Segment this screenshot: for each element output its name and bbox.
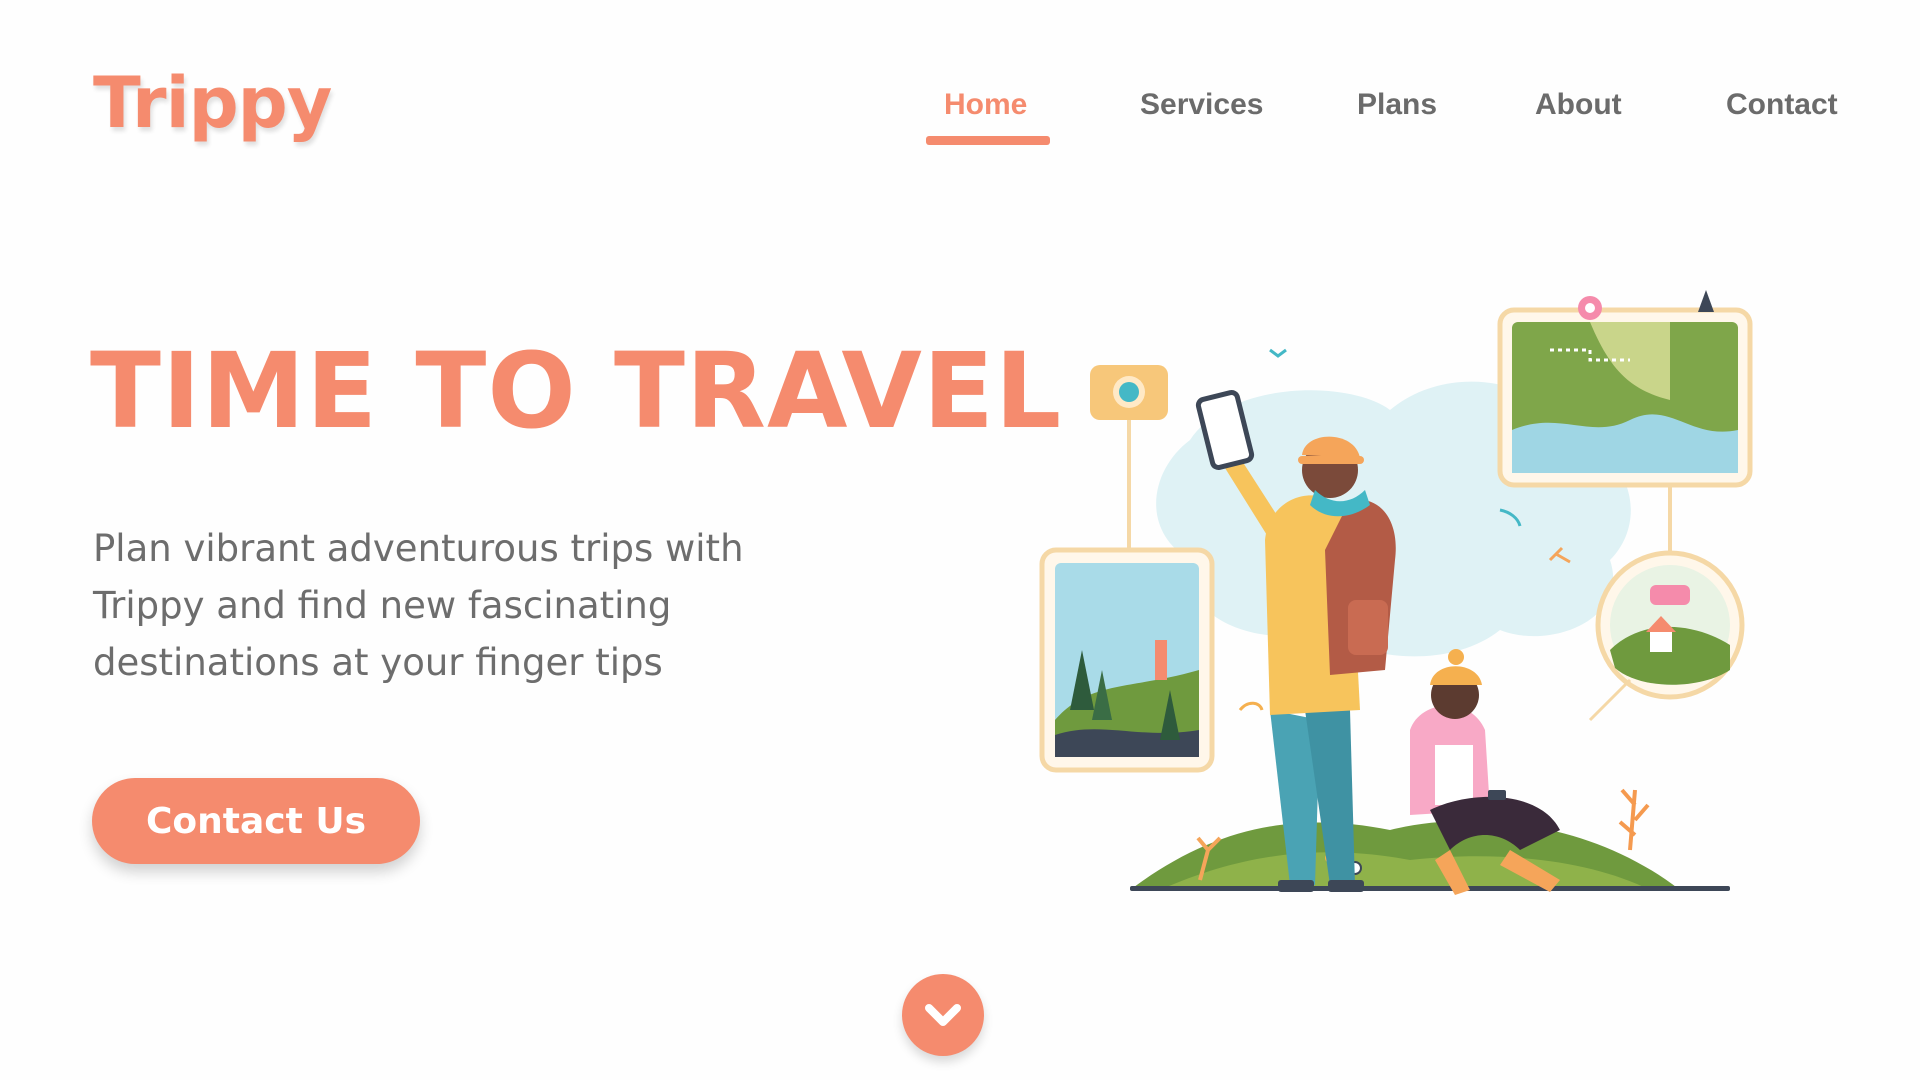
scroll-down-button[interactable] [902, 974, 984, 1056]
hero-description-line: destinations at your finger tips [93, 641, 663, 684]
travel-illustration [1039, 290, 1753, 895]
nav-item-contact[interactable]: Contact [1726, 88, 1838, 122]
chevron-down-icon [925, 1004, 961, 1026]
hero-title: TIME TO TRAVEL [90, 330, 1063, 452]
nav-item-services[interactable]: Services [1140, 88, 1263, 122]
hero-description-line: Trippy and find new fascinating [93, 584, 672, 627]
hero-description: Plan vibrant adventurous trips with Trip… [93, 520, 793, 691]
landing-page: Trippy Home Services Plans About Contact… [0, 0, 1920, 1080]
hero-description-line: Plan vibrant adventurous trips with [93, 527, 744, 570]
contact-us-button[interactable]: Contact Us [92, 778, 420, 864]
nav-item-about[interactable]: About [1535, 88, 1622, 122]
nav-item-home[interactable]: Home [944, 88, 1027, 122]
nav-item-plans[interactable]: Plans [1357, 88, 1437, 122]
nav-active-indicator [926, 136, 1050, 145]
